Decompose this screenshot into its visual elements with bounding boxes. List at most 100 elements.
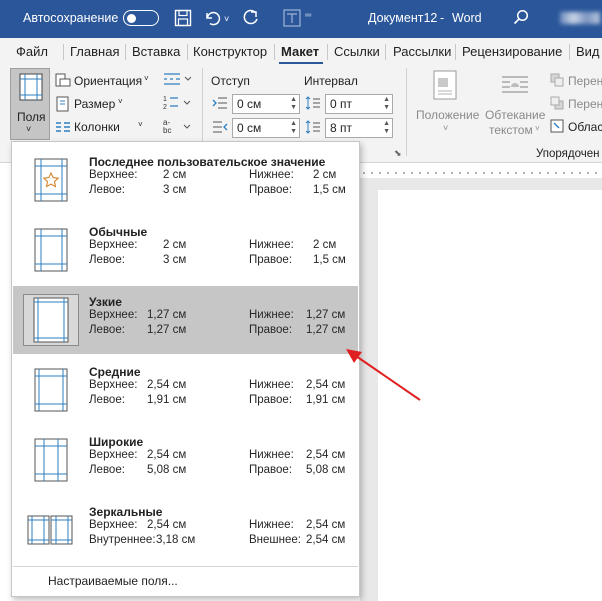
autosave-label: Автосохранение	[23, 11, 119, 25]
hyphenation-icon[interactable]: a-bc	[163, 118, 191, 137]
wrap-text-label-2: текстом	[489, 123, 533, 137]
spin-arrows-icon[interactable]: ▲ ▼	[290, 120, 297, 136]
tab-home[interactable]: Главная	[70, 44, 119, 59]
save-icon[interactable]	[174, 9, 192, 33]
selection-pane-icon	[550, 119, 564, 136]
more-commands-icon[interactable]: ₌	[304, 4, 312, 24]
top-value: 2 см	[163, 169, 187, 181]
bottom-value: 1,27 см	[306, 309, 346, 321]
indent-left-icon	[212, 97, 228, 112]
send-backward-icon	[550, 96, 564, 113]
spin-arrows-icon[interactable]: ▲ ▼	[383, 120, 390, 136]
margin-option-last-custom[interactable]: Последнее пользовательское значение Верх…	[13, 146, 358, 214]
spacing-after-input[interactable]: 8 пт ▲ ▼	[325, 118, 393, 138]
option-title: Средние	[89, 365, 141, 379]
margins-wide-icon	[34, 438, 68, 485]
margin-option-wide[interactable]: Широкие Верхнее: 2,54 см Нижнее: 2,54 см…	[13, 426, 358, 494]
tab-layout[interactable]: Макет	[281, 44, 319, 59]
columns-chevron-icon[interactable]: ˅	[138, 120, 143, 129]
spacing-before-value: 0 пт	[330, 97, 353, 111]
bottom-value: 2,54 см	[306, 519, 346, 531]
margin-option-moderate[interactable]: Средние Верхнее: 2,54 см Нижнее: 2,54 см…	[13, 356, 358, 424]
top-value: 2,54 см	[147, 379, 187, 391]
size-chevron-icon[interactable]: ˅	[118, 97, 123, 106]
outside-label: Внешнее:	[249, 534, 301, 546]
send-backward-button[interactable]: Перен	[568, 97, 602, 111]
tab-review[interactable]: Рецензирование	[462, 44, 562, 59]
right-label: Правое:	[249, 324, 293, 336]
top-value: 2,54 см	[147, 519, 187, 531]
position-button[interactable]: Положение	[416, 108, 479, 122]
tab-design[interactable]: Конструктор	[193, 44, 267, 59]
document-page[interactable]	[378, 190, 602, 601]
orientation-icon	[55, 72, 71, 91]
bottom-label: Нижнее:	[249, 169, 294, 181]
top-value: 2 см	[163, 239, 187, 251]
spacing-before-input[interactable]: 0 пт ▲ ▼	[325, 94, 393, 114]
inside-value: 3,18 см	[156, 534, 196, 546]
size-button[interactable]: Размер	[74, 97, 115, 111]
tab-view[interactable]: Вид	[576, 44, 600, 59]
bring-forward-button[interactable]: Перен	[568, 74, 602, 88]
margin-option-normal[interactable]: Обычные Верхнее: 2 см Нижнее: 2 см Левое…	[13, 216, 358, 284]
margin-option-mirrored[interactable]: Зеркальные Верхнее: 2,54 см Нижнее: 2,54…	[13, 496, 358, 564]
custom-margins-link[interactable]: Настраиваемые поля...	[48, 574, 178, 588]
text-formatting-icon[interactable]	[283, 9, 301, 33]
bottom-label: Нижнее:	[249, 519, 294, 531]
redo-icon[interactable]	[241, 8, 261, 34]
wrap-text-button[interactable]: Обтекание	[485, 108, 545, 122]
search-icon[interactable]	[513, 9, 529, 31]
columns-icon	[55, 120, 71, 137]
spacing-before-icon	[305, 96, 321, 113]
top-label: Верхнее:	[89, 309, 138, 321]
line-numbers-icon[interactable]: 12	[163, 94, 191, 113]
bottom-value: 2,54 см	[306, 379, 346, 391]
top-value: 2,54 см	[147, 449, 187, 461]
undo-icon[interactable]	[202, 8, 222, 34]
bottom-value: 2 см	[313, 239, 337, 251]
tab-insert[interactable]: Вставка	[132, 44, 180, 59]
tab-divider	[187, 44, 188, 60]
top-label: Верхнее:	[89, 239, 138, 251]
left-value: 3 см	[163, 254, 187, 266]
top-label: Верхнее:	[89, 449, 138, 461]
selection-pane-button[interactable]: Облас	[568, 120, 602, 134]
margins-button[interactable]: Поля ˅	[10, 68, 50, 140]
tab-mailings[interactable]: Рассылки	[393, 44, 451, 59]
right-label: Правое:	[249, 184, 293, 196]
tab-divider	[327, 44, 328, 60]
tab-file[interactable]: Файл	[16, 44, 48, 59]
left-label: Левое:	[89, 464, 125, 476]
left-label: Левое:	[89, 184, 125, 196]
columns-button[interactable]: Колонки	[74, 120, 120, 134]
spacing-title: Интервал	[304, 74, 358, 88]
inside-label: Внутреннее:	[89, 534, 156, 546]
margins-mirrored-icon	[27, 508, 73, 555]
bring-forward-icon	[550, 73, 564, 90]
spin-arrows-icon[interactable]: ▲ ▼	[290, 96, 297, 112]
orientation-button[interactable]: Ориентация	[74, 74, 142, 88]
menu-divider	[13, 566, 358, 567]
bottom-label: Нижнее:	[249, 449, 294, 461]
spin-arrows-icon[interactable]: ▲ ▼	[383, 96, 390, 112]
undo-dropdown-icon[interactable]: ˅	[224, 9, 229, 29]
indent-right-value: 0 см	[237, 121, 262, 135]
wrap-text-chevron-icon[interactable]: ˅	[535, 124, 540, 133]
breaks-icon[interactable]	[163, 72, 192, 89]
left-label: Левое:	[89, 254, 125, 266]
horizontal-ruler	[360, 163, 602, 179]
margins-narrow-icon	[23, 294, 79, 349]
autosave-toggle[interactable]	[123, 10, 159, 26]
paragraph-dialog-launcher-icon[interactable]: ⬊	[394, 148, 402, 159]
margins-moderate-icon	[34, 368, 68, 415]
indent-right-input[interactable]: 0 см ▲ ▼	[232, 118, 300, 138]
margin-option-narrow[interactable]: Узкие Верхнее: 1,27 см Нижнее: 1,27 см Л…	[13, 286, 358, 354]
orientation-chevron-icon[interactable]: ˅	[144, 74, 149, 83]
indent-title: Отступ	[211, 74, 250, 88]
margins-custom-star-icon	[34, 158, 68, 205]
tab-references[interactable]: Ссылки	[334, 44, 380, 59]
indent-left-input[interactable]: 0 см ▲ ▼	[232, 94, 300, 114]
position-chevron-icon[interactable]: ˅	[443, 123, 448, 133]
tab-divider	[455, 44, 456, 60]
margins-normal-icon	[34, 228, 68, 275]
